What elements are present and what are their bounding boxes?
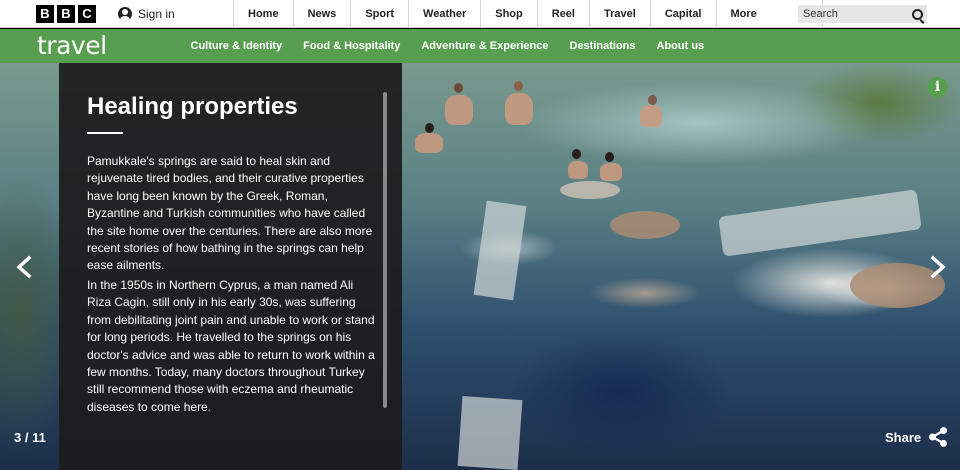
chevron-right-icon — [930, 255, 946, 279]
bbc-global-header: B B C Sign in Home News Sport Weather Sh… — [0, 0, 960, 28]
bather — [505, 93, 533, 125]
bather-head — [648, 95, 657, 105]
slide-counter: 3 / 11 — [14, 430, 46, 445]
search-icon[interactable] — [912, 8, 923, 20]
bather — [600, 163, 622, 181]
previous-slide-button[interactable] — [12, 255, 36, 279]
next-slide-button[interactable] — [926, 255, 950, 279]
bather-head — [425, 123, 434, 133]
logo-letter-c: C — [78, 5, 96, 23]
travel-nav-bar: travel Culture & Identity Food & Hospita… — [0, 29, 960, 63]
section-destinations[interactable]: Destinations — [559, 29, 646, 63]
nav-more-label: More — [730, 8, 757, 20]
caption-scrollbar[interactable] — [383, 92, 387, 408]
stone-column — [473, 200, 527, 301]
info-icon[interactable]: i — [927, 77, 948, 98]
bather-head — [454, 83, 463, 93]
search-input[interactable] — [803, 8, 903, 20]
nav-item-travel[interactable]: Travel — [589, 0, 650, 28]
nav-item-reel[interactable]: Reel — [536, 0, 589, 28]
section-adventure-experience[interactable]: Adventure & Experience — [411, 29, 559, 63]
slide-title: Healing properties — [87, 93, 298, 120]
nav-item-shop[interactable]: Shop — [480, 0, 537, 28]
rock — [610, 211, 680, 239]
bather — [445, 95, 473, 125]
bather — [640, 105, 662, 127]
nav-item-news[interactable]: News — [292, 0, 351, 28]
section-nav: Culture & Identity Food & Hospitality Ad… — [180, 29, 715, 63]
rock — [560, 181, 620, 199]
bather-head — [514, 81, 523, 91]
user-icon — [118, 7, 132, 21]
logo-letter-b2: B — [57, 5, 75, 23]
signin-label: Sign in — [138, 7, 175, 21]
nav-item-home[interactable]: Home — [233, 0, 293, 28]
logo-letter-b1: B — [36, 5, 54, 23]
share-icon — [929, 427, 948, 447]
share-button[interactable]: Share — [885, 425, 949, 449]
bbc-logo[interactable]: B B C — [36, 5, 96, 23]
caption-paragraph-2: In the 1950s in Northern Cyprus, a man n… — [87, 278, 375, 414]
share-label: Share — [885, 429, 922, 445]
bather — [568, 161, 588, 179]
search-box[interactable] — [798, 5, 927, 23]
travel-logo[interactable]: travel — [37, 31, 107, 60]
section-food-hospitality[interactable]: Food & Hospitality — [293, 29, 411, 63]
bather — [415, 133, 443, 153]
travertine-slab — [718, 189, 922, 257]
nav-item-weather[interactable]: Weather — [408, 0, 480, 28]
global-nav: Home News Sport Weather Shop Reel Travel… — [233, 0, 823, 28]
nav-item-sport[interactable]: Sport — [350, 0, 408, 28]
caption-panel: Healing properties Pamukkale's springs a… — [59, 63, 402, 470]
nav-item-capital[interactable]: Capital — [649, 0, 716, 28]
bather-head — [572, 149, 581, 159]
stone-column — [457, 395, 523, 470]
title-underline — [87, 132, 123, 134]
bather-head — [605, 152, 614, 162]
section-about-us[interactable]: About us — [646, 29, 715, 63]
caption-paragraph-1: Pamukkale's springs are said to heal ski… — [87, 154, 373, 273]
chevron-left-icon — [16, 255, 32, 279]
signin-link[interactable]: Sign in — [118, 0, 175, 28]
section-culture-identity[interactable]: Culture & Identity — [180, 29, 293, 63]
